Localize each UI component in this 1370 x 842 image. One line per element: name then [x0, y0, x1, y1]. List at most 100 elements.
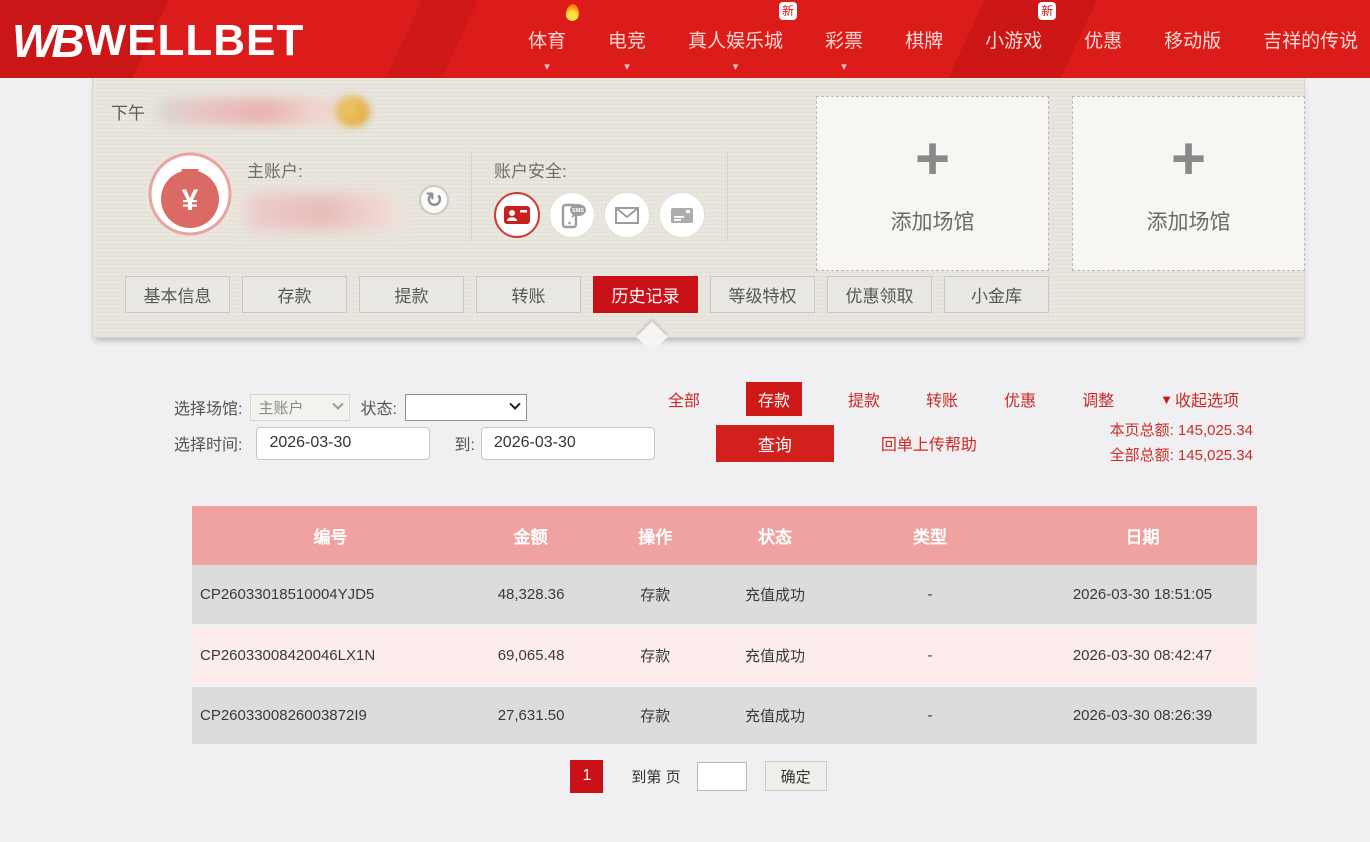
nav-item-sports[interactable]: 体育 ▾	[528, 26, 566, 53]
tab-claim-promo[interactable]: 优惠领取	[827, 276, 932, 313]
goto-page-input[interactable]	[697, 762, 747, 791]
status-select[interactable]	[405, 394, 527, 421]
col-header-amount: 金额	[469, 506, 593, 565]
id-card-icon[interactable]	[494, 192, 540, 238]
cell-amount: 69,065.48	[469, 625, 593, 685]
divider	[727, 151, 728, 241]
receipt-upload-help-link[interactable]: 回单上传帮助	[881, 431, 977, 455]
chevron-down-icon: ▾	[544, 60, 550, 73]
page-number-button[interactable]: 1	[570, 760, 603, 793]
plus-icon: +	[1171, 132, 1206, 186]
page-total-line: 本页总额: 145,025.34	[1110, 418, 1253, 443]
new-badge: 新	[1038, 2, 1056, 20]
tab-vault[interactable]: 小金库	[944, 276, 1049, 313]
page-total-label: 本页总额:	[1110, 422, 1174, 439]
nav-label: 吉祥的传说	[1263, 31, 1358, 52]
nav-item-promotions[interactable]: 优惠	[1084, 26, 1122, 53]
add-venue-button[interactable]: + 添加场馆	[816, 96, 1049, 271]
sms-phone-icon[interactable]: SMS	[549, 192, 595, 238]
account-security-label: 账户安全:	[494, 151, 705, 182]
cell-operation: 存款	[592, 685, 718, 745]
col-header-id: 编号	[192, 506, 469, 565]
nav-label: 优惠	[1084, 31, 1122, 52]
triangle-down-icon: ▼	[1160, 392, 1173, 407]
venue-select[interactable]: 主账户	[250, 394, 350, 421]
blurred-balance	[247, 194, 399, 230]
tab-transfer[interactable]: 转账	[476, 276, 581, 313]
tab-history[interactable]: 历史记录	[593, 276, 698, 313]
nav-item-board-games[interactable]: 棋牌	[905, 26, 943, 53]
cell-operation: 存款	[592, 565, 718, 625]
nav-label: 体育	[528, 31, 566, 52]
col-header-date: 日期	[1028, 506, 1257, 565]
main-account-label: 主账户:	[247, 151, 399, 182]
all-total-value: 145,025.34	[1178, 447, 1253, 464]
nav-item-lucky-legend[interactable]: 吉祥的传说	[1263, 26, 1358, 53]
main-nav: 体育 ▾ 电竞 ▾ 新 真人娱乐城 ▾ 彩票 ▾ 棋牌 新 小游戏 优惠 移动版	[528, 0, 1358, 78]
tab-deposit[interactable]: 存款	[242, 276, 347, 313]
filter-row-bottom: 选择时间: 到: 查询 回单上传帮助 本页总额: 145,025.34 全部总额…	[174, 424, 1305, 462]
wellbet-logo-text: WELLBET	[85, 16, 305, 66]
all-total-label: 全部总额:	[1110, 447, 1174, 464]
cell-type: -	[832, 565, 1028, 625]
table-header-row: 编号 金额 操作 状态 类型 日期	[192, 506, 1257, 565]
top-navigation-bar: WB WELLBET 体育 ▾ 电竞 ▾ 新 真人娱乐城 ▾ 彩票 ▾ 棋牌 新…	[0, 0, 1370, 78]
history-table: 编号 金额 操作 状态 类型 日期 CP26033018510004YJD5 4…	[192, 506, 1257, 747]
nav-item-mobile-version[interactable]: 移动版	[1164, 26, 1221, 53]
type-tab-promo[interactable]: 优惠	[1004, 387, 1036, 411]
yuan-symbol: ¥	[182, 184, 199, 217]
to-label: 到:	[454, 431, 474, 455]
type-tab-deposit[interactable]: 存款	[746, 382, 802, 416]
collapse-options-label: 收起选项	[1175, 387, 1239, 411]
date-from-input[interactable]	[256, 427, 430, 460]
confirm-button[interactable]: 确定	[765, 761, 827, 791]
chevron-down-icon	[333, 399, 344, 410]
nav-label: 小游戏	[985, 31, 1042, 52]
chevron-down-icon	[509, 399, 520, 410]
greeting-text: 下午	[111, 99, 145, 124]
nav-item-esports[interactable]: 电竞 ▾	[608, 26, 646, 53]
bank-card-icon[interactable]	[659, 192, 705, 238]
tab-vip-privileges[interactable]: 等级特权	[710, 276, 815, 313]
nav-label: 棋牌	[905, 31, 943, 52]
type-tab-withdraw[interactable]: 提款	[848, 387, 880, 411]
nav-item-mini-games[interactable]: 新 小游戏	[985, 26, 1042, 53]
cell-status: 充值成功	[718, 565, 832, 625]
type-tab-adjustment[interactable]: 调整	[1082, 387, 1114, 411]
cell-id: CP26033018510004YJD5	[192, 565, 469, 625]
tab-withdraw[interactable]: 提款	[359, 276, 464, 313]
table-row: CP26033018510004YJD5 48,328.36 存款 充值成功 -…	[192, 565, 1257, 625]
refresh-balance-button[interactable]: ↻	[419, 185, 449, 215]
status-filter-label: 状态:	[360, 395, 396, 419]
cell-operation: 存款	[592, 625, 718, 685]
mail-icon[interactable]	[604, 192, 650, 238]
account-security-block: 账户安全: SMS	[494, 151, 705, 238]
col-header-operation: 操作	[592, 506, 718, 565]
add-venue-label: 添加场馆	[1147, 206, 1231, 236]
cell-date: 2026-03-30 18:51:05	[1028, 565, 1257, 625]
security-icons-row: SMS	[494, 192, 705, 238]
chevron-down-icon: ▾	[624, 60, 630, 73]
divider	[471, 151, 472, 241]
new-badge: 新	[779, 2, 797, 20]
add-venue-button[interactable]: + 添加场馆	[1072, 96, 1305, 271]
plus-icon: +	[915, 132, 950, 186]
search-button[interactable]: 查询	[716, 425, 834, 462]
chevron-down-icon: ▾	[733, 60, 739, 73]
date-to-input[interactable]	[481, 427, 655, 460]
cell-date: 2026-03-30 08:26:39	[1028, 685, 1257, 745]
wellbet-logo[interactable]: WB WELLBET	[12, 14, 304, 68]
type-tab-all[interactable]: 全部	[668, 387, 700, 411]
table-row: CP2603300826003872I9 27,631.50 存款 充值成功 -…	[192, 685, 1257, 745]
cell-id: CP26033008420046LX1N	[192, 625, 469, 685]
blurred-emoji	[336, 96, 370, 127]
nav-item-live-casino[interactable]: 新 真人娱乐城 ▾	[688, 26, 783, 53]
col-header-type: 类型	[832, 506, 1028, 565]
type-tab-transfer[interactable]: 转账	[926, 387, 958, 411]
chevron-down-icon: ▾	[841, 60, 847, 73]
collapse-options-link[interactable]: ▼ 收起选项	[1160, 387, 1239, 411]
history-section: 选择场馆: 主账户 状态: 全部 存款 提款 转账 优惠 调整 ▼ 收起选项	[0, 338, 1370, 842]
tab-basic-info[interactable]: 基本信息	[125, 276, 230, 313]
goto-page-label: 到第 页	[631, 766, 680, 787]
nav-item-lottery[interactable]: 彩票 ▾	[825, 26, 863, 53]
